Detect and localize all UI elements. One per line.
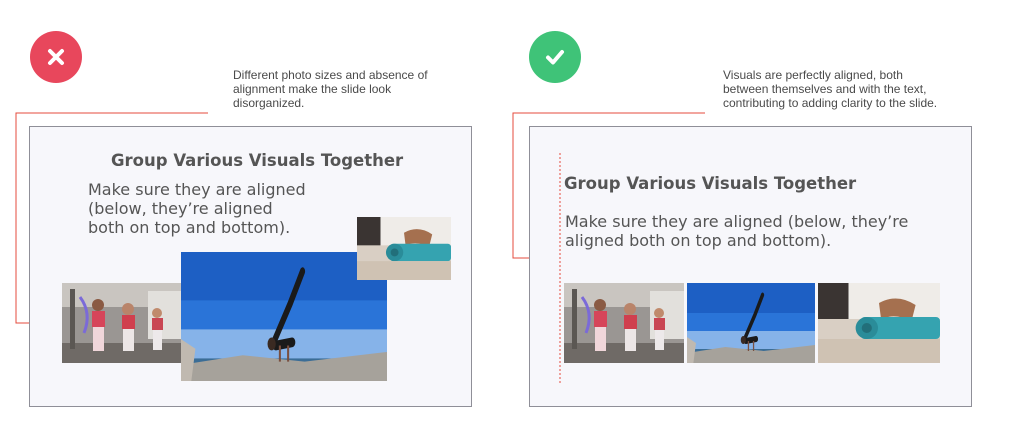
slide-body: Make sure they are aligned (below, they’…	[88, 180, 306, 237]
slide-body: Make sure they are aligned (below, they’…	[565, 212, 908, 250]
yoga-photo	[687, 283, 815, 363]
gym-photo	[564, 283, 684, 363]
body-line: aligned both on top and bottom).	[565, 231, 832, 250]
mat-photo	[818, 283, 940, 363]
body-line: (below, they’re aligned	[88, 199, 273, 218]
body-line: Make sure they are aligned	[88, 180, 306, 199]
bad-example-slide: Group Various Visuals Together Make sure…	[29, 126, 472, 407]
slide-title: Group Various Visuals Together	[564, 174, 857, 193]
body-line: both on top and bottom).	[88, 218, 291, 237]
slide-title: Group Various Visuals Together	[111, 151, 404, 170]
body-line: Make sure they are aligned (below, they’…	[565, 212, 909, 231]
mat-photo	[357, 217, 451, 280]
gym-photo	[62, 283, 182, 363]
alignment-guide	[559, 153, 561, 383]
good-example-slide: Group Various Visuals Together Make sure…	[529, 126, 972, 407]
